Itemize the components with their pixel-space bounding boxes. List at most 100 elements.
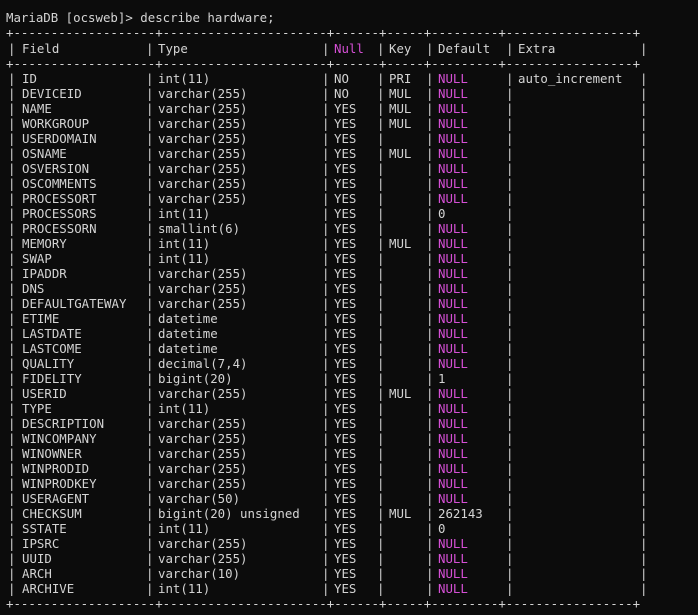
null-cell: YES (334, 161, 357, 176)
field-cell: PROCESSORT (22, 191, 97, 206)
field-cell: ARCH (22, 566, 52, 581)
column-separator: | (426, 146, 434, 161)
null-cell: YES (334, 206, 357, 221)
column-separator: | (146, 446, 154, 461)
type-cell: varchar(255) (158, 116, 248, 131)
column-separator: | (640, 386, 648, 401)
null-cell: YES (334, 116, 357, 131)
column-separator: | (426, 461, 434, 476)
column-separator: | (377, 71, 385, 86)
table-row: | | | | | | | USERAGENT varchar(50) YES NULL (0, 491, 698, 506)
column-separator: | (426, 386, 434, 401)
column-separator: | (377, 191, 385, 206)
default-cell: NULL (438, 536, 468, 551)
key-header: Key (389, 41, 412, 56)
column-separator: | (506, 476, 514, 491)
column-separator: | (146, 101, 154, 116)
column-separator: | (426, 401, 434, 416)
null-cell: YES (334, 251, 357, 266)
key-cell: MUL (389, 101, 412, 116)
field-cell: DNS (22, 281, 45, 296)
field-cell: DEFAULTGATEWAY (22, 296, 127, 311)
default-cell: NULL (438, 461, 468, 476)
table-row: | | | | | | | ETIME datetime YES NULL (0, 311, 698, 326)
default-cell: NULL (438, 221, 468, 236)
field-cell: IPSRC (22, 536, 60, 551)
column-separator: | (8, 176, 16, 191)
null-cell: YES (334, 191, 357, 206)
column-separator: | (146, 341, 154, 356)
column-separator: | (640, 341, 648, 356)
null-cell: NO (334, 71, 349, 86)
key-cell: PRI (389, 71, 412, 86)
column-separator: | (8, 41, 16, 56)
column-separator: | (322, 71, 330, 86)
key-cell: MUL (389, 86, 412, 101)
column-separator: | (146, 461, 154, 476)
null-cell: YES (334, 281, 357, 296)
column-separator: | (426, 266, 434, 281)
column-separator: | (506, 221, 514, 236)
type-cell: bigint(20) unsigned (158, 506, 300, 521)
column-separator: | (146, 176, 154, 191)
column-separator: | (8, 146, 16, 161)
terminal-window[interactable]: MariaDB [ocsweb]> describe hardware; +--… (0, 0, 698, 615)
column-separator: | (8, 326, 16, 341)
column-separator: | (146, 41, 154, 56)
field-cell: TYPE (22, 401, 52, 416)
column-separator: | (8, 461, 16, 476)
null-cell: YES (334, 266, 357, 281)
type-cell: varchar(255) (158, 101, 248, 116)
column-separator: | (640, 281, 648, 296)
column-separator: | (426, 281, 434, 296)
column-separator: | (8, 311, 16, 326)
column-separator: | (322, 461, 330, 476)
column-separator: | (146, 161, 154, 176)
column-separator: | (146, 116, 154, 131)
field-cell: USERDOMAIN (22, 131, 97, 146)
column-separator: | (640, 521, 648, 536)
column-separator: | (377, 506, 385, 521)
default-cell: 262143 (438, 506, 483, 521)
column-separator: | (506, 431, 514, 446)
column-separator: | (322, 476, 330, 491)
column-separator: | (640, 131, 648, 146)
column-separator: | (426, 131, 434, 146)
table-header-row: | | | | | | | Field Type Null Key Default Extra (0, 41, 698, 56)
column-separator: | (640, 41, 648, 56)
table-row: | | | | | | | LASTDATE datetime YES NULL (0, 326, 698, 341)
column-separator: | (640, 311, 648, 326)
default-cell: NULL (438, 86, 468, 101)
default-cell: NULL (438, 341, 468, 356)
null-cell: YES (334, 491, 357, 506)
column-separator: | (377, 566, 385, 581)
column-separator: | (426, 566, 434, 581)
field-cell: PROCESSORS (22, 206, 97, 221)
type-cell: int(11) (158, 521, 211, 536)
column-separator: | (377, 86, 385, 101)
column-separator: | (506, 506, 514, 521)
default-cell: NULL (438, 386, 468, 401)
column-separator: | (506, 371, 514, 386)
type-cell: varchar(255) (158, 551, 248, 566)
column-separator: | (426, 41, 434, 56)
column-separator: | (377, 476, 385, 491)
column-separator: | (8, 446, 16, 461)
column-separator: | (322, 311, 330, 326)
column-separator: | (377, 236, 385, 251)
column-separator: | (377, 536, 385, 551)
column-separator: | (8, 506, 16, 521)
column-separator: | (8, 221, 16, 236)
column-separator: | (322, 221, 330, 236)
column-separator: | (377, 251, 385, 266)
column-separator: | (8, 131, 16, 146)
field-cell: USERID (22, 386, 67, 401)
default-cell: NULL (438, 326, 468, 341)
column-separator: | (377, 386, 385, 401)
column-separator: | (322, 431, 330, 446)
column-separator: | (8, 251, 16, 266)
table-row: | | | | | | | OSVERSION varchar(255) YES NULL (0, 161, 698, 176)
column-separator: | (640, 176, 648, 191)
column-separator: | (426, 521, 434, 536)
column-separator: | (640, 71, 648, 86)
